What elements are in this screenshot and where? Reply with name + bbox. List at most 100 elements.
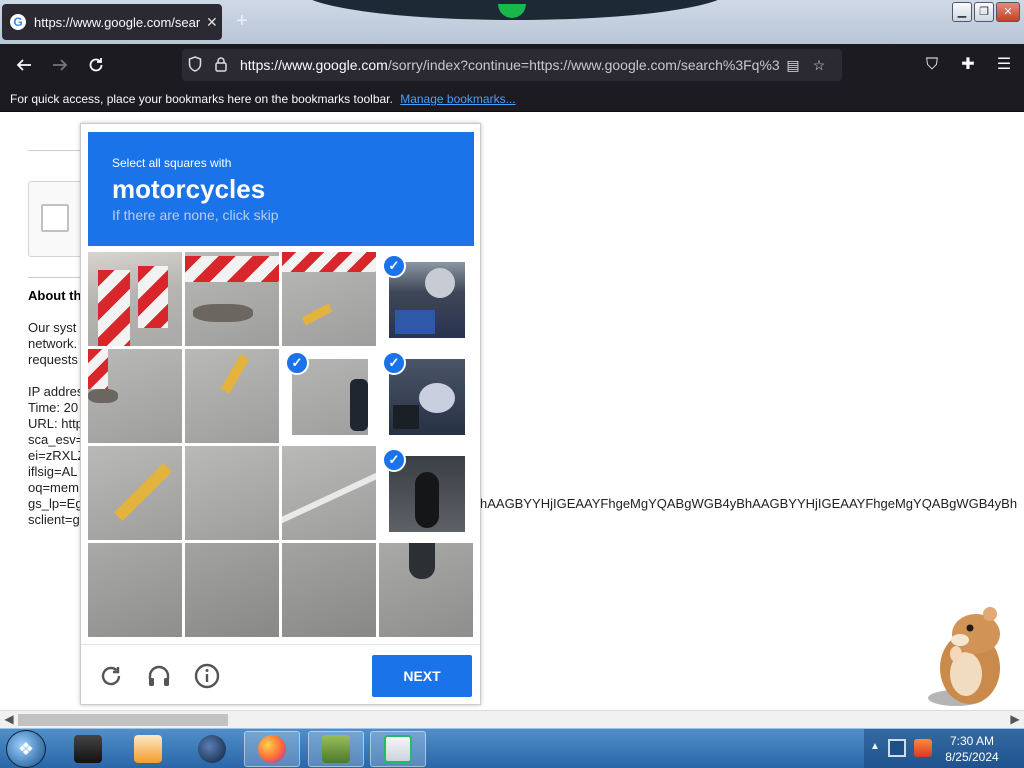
terminal-app-icon	[74, 735, 102, 763]
selected-check-icon: ✓	[382, 351, 406, 375]
network-icon[interactable]	[888, 739, 906, 757]
about-line: requests	[28, 352, 78, 367]
title-bar: G https://www.google.com/search ✕ + ▁ ❐ …	[0, 0, 1024, 44]
scroll-left-icon[interactable]: ◀	[1, 712, 17, 726]
divider	[28, 277, 88, 278]
url-host: https://www.google.com	[240, 57, 388, 73]
captcha-hint: If there are none, click skip	[112, 207, 279, 223]
captcha-tile-r3c2[interactable]	[185, 446, 279, 540]
reload-challenge-icon[interactable]	[97, 663, 125, 691]
new-tab-icon[interactable]: +	[236, 10, 248, 33]
divider	[28, 150, 88, 151]
captcha-tile-r4c1[interactable]	[88, 543, 182, 637]
scrollbar-thumb[interactable]	[18, 714, 228, 726]
extensions-icon[interactable]: ✚	[956, 52, 980, 78]
captcha-tile-r2c2[interactable]	[185, 349, 279, 443]
horizontal-scrollbar[interactable]: ◀ ▶	[0, 710, 1024, 728]
selected-check-icon: ✓	[382, 254, 406, 278]
taskbar-app-2[interactable]	[120, 731, 176, 767]
about-line: sca_esv=	[28, 432, 84, 447]
about-line	[28, 368, 85, 384]
captcha-tile-r1c1[interactable]	[88, 252, 182, 346]
selected-check-icon: ✓	[382, 448, 406, 472]
google-favicon-icon: G	[10, 14, 26, 30]
about-line: URL: http	[28, 416, 83, 431]
info-icon[interactable]	[193, 663, 221, 691]
lock-icon[interactable]	[208, 56, 234, 75]
captcha-footer: NEXT	[81, 644, 480, 704]
selected-check-icon: ✓	[285, 351, 309, 375]
media-player-icon	[134, 735, 162, 763]
shield-icon[interactable]	[182, 55, 208, 75]
checklist-app-icon	[384, 735, 412, 763]
about-line: gs_lp=Eg	[28, 496, 83, 511]
manage-bookmarks-link[interactable]: Manage bookmarks...	[400, 92, 515, 106]
firefox-icon	[258, 735, 286, 763]
scroll-right-icon[interactable]: ▶	[1007, 712, 1023, 726]
gs-lp-value: hAAGBYYHjIGEAAYFhgeMgYQABgWGB4yBhAAGBYYH…	[480, 496, 1018, 511]
back-arrow-icon	[16, 59, 31, 71]
reload-icon	[89, 58, 103, 72]
captcha-tile-r4c3[interactable]	[282, 543, 376, 637]
close-tab-icon[interactable]: ✕	[206, 14, 218, 31]
restore-button[interactable]: ❐	[974, 2, 994, 22]
toolbar-right: ⛉ ✚ ☰	[920, 52, 1016, 78]
url-bar[interactable]: https://www.google.com/sorry/index?conti…	[182, 49, 842, 81]
captcha-challenge: Select all squares with motorcycles If t…	[80, 123, 481, 705]
captcha-tile-r4c2[interactable]	[185, 543, 279, 637]
window-controls: ▁ ❐ ✕	[952, 2, 1020, 22]
reader-view-icon[interactable]: ▤	[780, 57, 806, 74]
recaptcha-widget	[28, 181, 88, 257]
captcha-tile-r4c4[interactable]	[379, 543, 473, 637]
about-line: iflsig=AL	[28, 464, 78, 479]
taskbar-firefox[interactable]	[244, 731, 300, 767]
next-button[interactable]: NEXT	[372, 655, 472, 697]
captcha-tile-r1c3[interactable]	[282, 252, 376, 346]
bookmark-star-icon[interactable]: ☆	[806, 57, 832, 74]
captcha-instruction: Select all squares with	[112, 156, 232, 170]
about-line: Time: 20	[28, 400, 79, 415]
minimize-button[interactable]: ▁	[952, 2, 972, 22]
about-line: network.	[28, 336, 78, 351]
taskbar-app-6[interactable]	[370, 731, 426, 767]
captcha-tile-r3c1[interactable]	[88, 446, 182, 540]
about-line: sclient=g	[28, 512, 80, 527]
navigation-bar: https://www.google.com/sorry/index?conti…	[0, 44, 1024, 86]
bookmarks-toolbar: For quick access, place your bookmarks h…	[0, 86, 1024, 112]
url-path: /sorry/index?continue=https://www.google…	[387, 57, 780, 73]
bookmarks-hint: For quick access, place your bookmarks h…	[10, 92, 393, 106]
close-window-button[interactable]: ✕	[996, 2, 1020, 22]
recaptcha-checkbox[interactable]	[41, 204, 69, 232]
url-text[interactable]: https://www.google.com/sorry/index?conti…	[240, 57, 780, 73]
browser-tab[interactable]: G https://www.google.com/search ✕	[2, 4, 222, 40]
menu-icon[interactable]: ☰	[992, 52, 1016, 78]
about-paragraph: Our syst network. requests IP addres Time: …	[28, 320, 85, 528]
clock[interactable]: 7:30 AM 8/25/2024	[940, 733, 1004, 765]
tray-app-icon[interactable]	[914, 739, 932, 757]
captcha-tile-r1c2[interactable]	[185, 252, 279, 346]
tab-title: https://www.google.com/search	[34, 14, 200, 30]
captcha-tile-r2c1[interactable]	[88, 349, 182, 443]
forward-button[interactable]	[42, 47, 78, 83]
taskbar-app-5[interactable]	[308, 731, 364, 767]
tray-expand-icon[interactable]: ▲	[870, 741, 880, 752]
box-app-icon	[322, 735, 350, 763]
start-button[interactable]: ❖	[6, 730, 46, 768]
taskbar-app-1[interactable]	[60, 731, 116, 767]
about-line: Our syst	[28, 320, 77, 335]
pocket-icon[interactable]: ⛉	[920, 52, 944, 78]
reload-button[interactable]	[78, 47, 114, 83]
captcha-tile-r3c3[interactable]	[282, 446, 376, 540]
audio-challenge-icon[interactable]	[145, 663, 173, 691]
back-button[interactable]	[6, 47, 42, 83]
taskbar-app-3[interactable]	[184, 731, 240, 767]
taskbar: ❖ ▲ 7:30 AM 8/25/2024	[0, 728, 1024, 768]
about-line: oq=mem	[28, 480, 79, 495]
captcha-image-grid: ✓ ✓ ✓ ✓	[88, 252, 474, 638]
windows-logo-icon: ❖	[17, 739, 35, 759]
captcha-header: Select all squares with motorcycles If t…	[88, 132, 474, 246]
forward-arrow-icon	[53, 59, 68, 71]
clock-date: 8/25/2024	[945, 750, 999, 764]
captcha-target: motorcycles	[112, 174, 266, 204]
about-line: IP addres	[28, 384, 84, 399]
